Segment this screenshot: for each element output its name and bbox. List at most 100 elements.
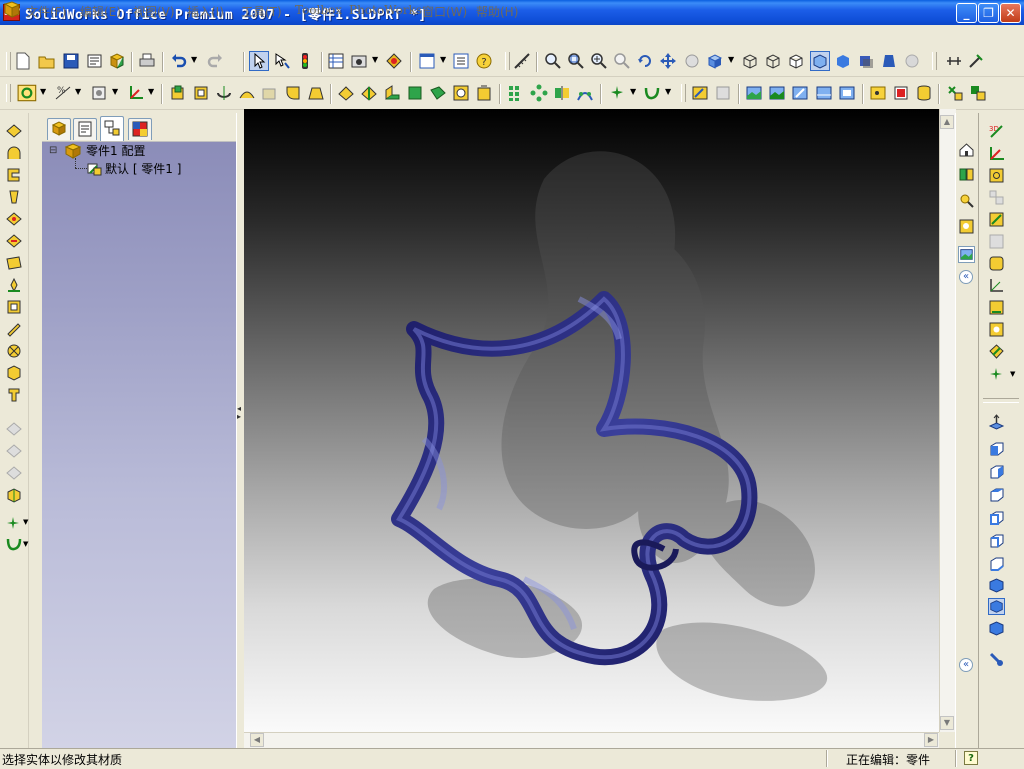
revolved-cut-icon[interactable] — [5, 233, 23, 249]
save-icon[interactable] — [62, 52, 80, 70]
scene-icon[interactable] — [869, 84, 887, 102]
menu-tools[interactable]: 工具(T) — [241, 3, 282, 20]
search-icon[interactable] — [958, 218, 975, 235]
restore-button[interactable]: ❐ — [978, 3, 999, 23]
pan-icon[interactable] — [659, 52, 677, 70]
graphics-area[interactable] — [244, 109, 939, 732]
decals-icon[interactable] — [892, 84, 910, 102]
wireframe-icon[interactable] — [741, 52, 759, 70]
annotation-icon[interactable] — [945, 52, 963, 70]
render-icon[interactable] — [745, 84, 763, 102]
hole-icon[interactable] — [5, 343, 23, 359]
window-layout-icon[interactable] — [418, 52, 436, 70]
back-view-icon[interactable] — [988, 464, 1005, 481]
curves-dropdown-icon[interactable]: ▼ — [665, 87, 671, 96]
sketch-entity-icon[interactable] — [988, 167, 1005, 184]
make-assembly-icon[interactable] — [108, 52, 126, 70]
render-to-file-icon[interactable] — [838, 84, 856, 102]
render-last-icon[interactable] — [815, 84, 833, 102]
scroll-down-button[interactable]: ▼ — [940, 716, 954, 730]
open-icon[interactable] — [38, 52, 56, 70]
isometric-view-icon[interactable] — [988, 577, 1005, 594]
revolve-icon[interactable] — [215, 84, 233, 102]
revolved-boss-icon[interactable] — [5, 145, 23, 161]
standard-views-dropdown-icon[interactable]: ▼ — [728, 55, 734, 64]
horizontal-scrollbar[interactable] — [244, 732, 939, 749]
menu-photoworks[interactable]: PhotoWorks — [349, 3, 422, 17]
left-view-icon[interactable] — [988, 487, 1005, 504]
undo-icon[interactable] — [170, 52, 188, 70]
rebuild-icon[interactable] — [296, 52, 314, 70]
previous-view-icon[interactable] — [683, 52, 701, 70]
vertical-scrollbar[interactable] — [939, 109, 956, 732]
undo-dropdown-icon[interactable]: ▼ — [191, 55, 197, 64]
intersect-icon[interactable] — [5, 487, 23, 503]
menu-view[interactable]: 视图(V) — [133, 3, 175, 20]
cosmetic-thread-icon[interactable] — [475, 84, 493, 102]
part-configuration-icon[interactable] — [64, 142, 82, 160]
menu-help[interactable]: 帮助(H) — [476, 3, 518, 20]
photoworks-dropdown-icon[interactable]: ▼ — [372, 55, 378, 64]
move-face-icon[interactable] — [5, 443, 23, 459]
close-button[interactable]: ✕ — [1000, 3, 1021, 23]
wrap-icon[interactable] — [383, 84, 401, 102]
copy-appearance-icon[interactable] — [714, 84, 732, 102]
smart-dimension-icon[interactable]: % — [54, 84, 72, 102]
dimension-dropdown-icon[interactable]: ▼ — [75, 87, 81, 96]
photoworks-studio-icon[interactable] — [969, 84, 987, 102]
zoom-to-fit-icon[interactable] — [544, 52, 562, 70]
reference-point-right-icon[interactable] — [988, 366, 1005, 383]
toolbar-grip[interactable] — [681, 84, 686, 102]
realview-icon[interactable] — [903, 52, 921, 70]
sketch-dropdown-icon[interactable]: ▼ — [40, 87, 46, 96]
menu-file[interactable]: 文件(F) — [26, 3, 66, 20]
toolbar-grip[interactable] — [6, 52, 11, 70]
shaded-icon[interactable] — [834, 52, 852, 70]
toolbar-grip[interactable] — [505, 52, 510, 70]
toolbar-grip[interactable] — [932, 52, 937, 70]
zoom-to-area-icon[interactable] — [567, 52, 585, 70]
file-explorer-icon[interactable] — [958, 192, 975, 209]
default-configuration-icon[interactable] — [87, 161, 103, 177]
help-icon[interactable]: ? — [475, 52, 493, 70]
document-icon[interactable] — [3, 1, 21, 19]
fillet-icon[interactable] — [284, 84, 302, 102]
expand-toolbar-icon[interactable]: « — [959, 658, 973, 672]
splitter-grip-icon[interactable]: ◂ ▸ — [237, 405, 241, 421]
curve-driven-pattern-icon[interactable] — [576, 84, 594, 102]
render-selection-icon[interactable] — [791, 84, 809, 102]
perspective-icon[interactable] — [880, 52, 898, 70]
tab-feature-manager[interactable] — [47, 118, 71, 140]
status-help-icon[interactable]: ? — [964, 751, 978, 765]
shaded-with-edges-icon[interactable] — [810, 51, 830, 71]
sketch-tools-icon[interactable] — [967, 52, 985, 70]
point-right-dropdown-icon[interactable]: ▼ — [1010, 370, 1015, 378]
tab-configuration-manager[interactable] — [100, 116, 124, 141]
edit-appearance-icon[interactable] — [691, 84, 709, 102]
extruded-cut-left-icon[interactable] — [5, 211, 23, 227]
point-dropdown-icon[interactable]: ▼ — [630, 87, 636, 96]
swept-cut-icon[interactable] — [5, 255, 23, 271]
materials-icon[interactable] — [915, 84, 933, 102]
reference-geometry-icon[interactable] — [90, 84, 108, 102]
reference-dropdown-icon[interactable]: ▼ — [112, 87, 118, 96]
home-icon[interactable] — [958, 141, 975, 158]
menu-toolbox[interactable]: Toolbox — [295, 3, 342, 17]
linear-sketch-pattern-icon[interactable] — [988, 299, 1005, 316]
scroll-left-button[interactable]: ◀ — [250, 733, 264, 747]
split-line-icon[interactable] — [5, 421, 23, 437]
view-selector-icon[interactable] — [988, 651, 1005, 668]
select-icon[interactable] — [249, 51, 269, 71]
extruded-boss-icon[interactable] — [169, 84, 187, 102]
deform-icon[interactable] — [429, 84, 447, 102]
delete-face-icon[interactable] — [5, 465, 23, 481]
swept-boss-icon[interactable] — [5, 167, 23, 183]
list-view-icon[interactable] — [452, 52, 470, 70]
fillet-left-icon[interactable] — [5, 299, 23, 315]
trimetric-view-icon[interactable] — [988, 598, 1005, 615]
dome-icon[interactable] — [406, 84, 424, 102]
3d-sketch-icon[interactable]: 3D — [988, 122, 1005, 139]
photoworks-icon[interactable] — [350, 52, 368, 70]
tab-property-manager[interactable] — [73, 118, 97, 140]
curves-icon[interactable] — [643, 84, 661, 102]
